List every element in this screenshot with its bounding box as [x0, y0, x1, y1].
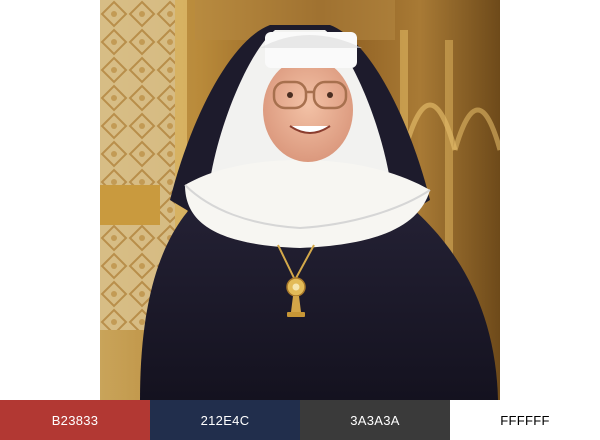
swatch-hex-label: 3A3A3A	[350, 412, 400, 428]
portrait-photo	[100, 0, 500, 400]
color-swatch-navy: 212E4C	[150, 400, 300, 440]
color-swatch-red: B23833	[0, 400, 150, 440]
color-palette: B23833 212E4C 3A3A3A FFFFFF	[0, 400, 600, 440]
swatch-hex-label: 212E4C	[200, 412, 250, 428]
swatch-hex-label: FFFFFF	[500, 412, 550, 428]
palette-card: B23833 212E4C 3A3A3A FFFFFF	[0, 0, 600, 440]
color-swatch-dark-gray: 3A3A3A	[300, 400, 450, 440]
color-swatch-white: FFFFFF	[450, 400, 600, 440]
swatch-hex-label: B23833	[51, 412, 99, 428]
